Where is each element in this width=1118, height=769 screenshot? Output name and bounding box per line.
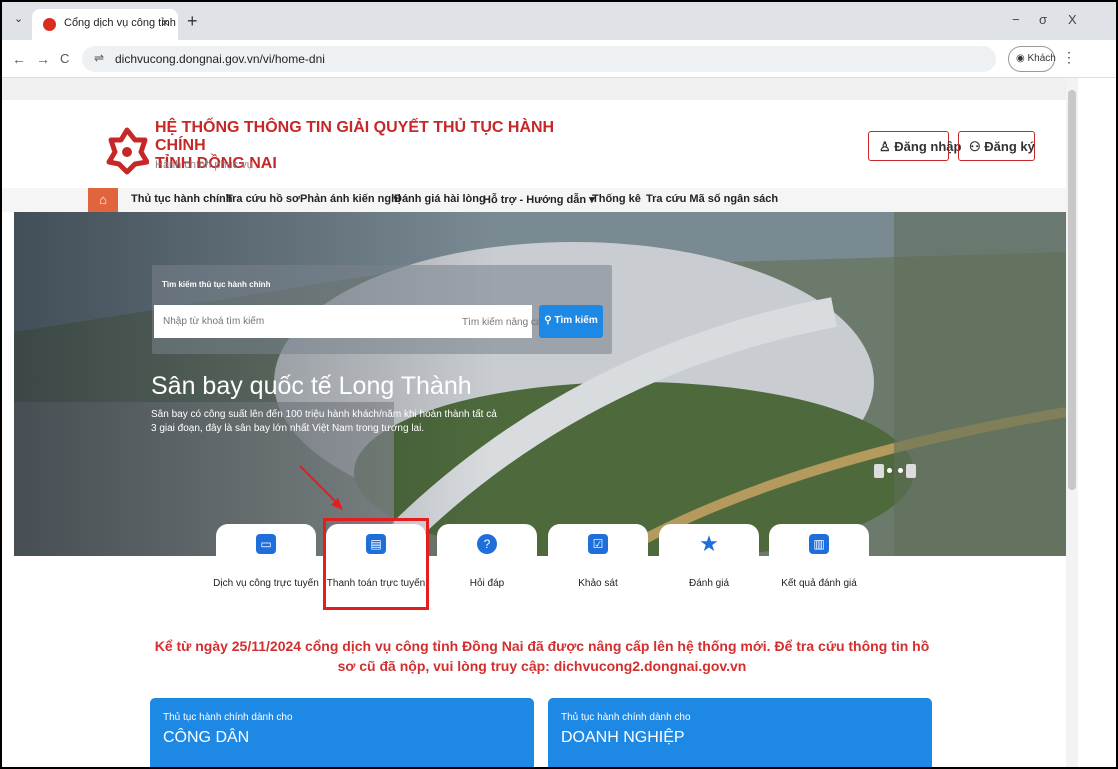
menu-item-thu-tuc[interactable]: Thủ tục hành chính [131,193,232,205]
menu-item-ma-so[interactable]: Tra cứu Mã số ngân sách [646,193,778,205]
user-icon: ♙ [879,139,895,154]
browser-toolbar: ← → C ⇌ dichvucong.dongnai.gov.vn/vi/hom… [2,40,1116,78]
url-text: dichvucong.dongnai.gov.vn/vi/home-dni [115,52,325,66]
checklist-icon: ☑ [588,534,608,554]
address-bar[interactable]: ⇌ dichvucong.dongnai.gov.vn/vi/home-dni [82,46,996,72]
reload-button[interactable]: C [60,51,69,66]
browser-menu-button[interactable]: ⋮ [1062,49,1076,66]
browser-window: ⌄ Cổng dịch vụ công tỉnh Đồng N × + − σ … [0,0,1118,769]
carousel-prev-icon[interactable] [874,463,884,478]
banner-description: Sân bay có công suất lên đến 100 triệu h… [151,409,497,434]
page-scrollbar[interactable] [1066,78,1078,767]
star-icon: ★ [699,531,719,556]
site-subtitle: Hành chính phục vụ [155,159,253,171]
menu-item-phan-anh[interactable]: Phản ánh kiến nghị [300,193,401,205]
search-button-label: Tìm kiếm [554,315,598,326]
hero-banner: Tìm kiếm thủ tục hành chính Tìm kiếm nân… [14,212,1066,556]
menu-item-tra-cuu-ho-so[interactable]: Tra cứu hồ sơ [226,193,300,205]
menu-item-ho-tro[interactable]: Hỗ trợ - Hướng dẫn ▾ [483,193,595,206]
question-icon: ? [477,534,497,554]
category-title: DOANH NGHIỆP [561,729,685,746]
search-panel: Tìm kiếm thủ tục hành chính Tìm kiếm nân… [152,265,612,354]
profile-button[interactable]: ◉ Khách [1008,46,1056,72]
tab-strip: ⌄ Cổng dịch vụ công tỉnh Đồng N × + − σ … [2,2,1116,40]
menu-item-danh-gia[interactable]: Đánh giá hài lòng [394,193,486,205]
carousel-next-icon[interactable] [906,463,916,478]
category-title: CÔNG DÂN [163,729,250,746]
category-caption: Thủ tục hành chính dành cho [561,712,691,723]
forward-button[interactable]: → [36,51,50,67]
site-logo-icon[interactable] [105,126,149,176]
close-window-button[interactable]: X [1068,12,1077,27]
profile-label: Khách [1027,53,1056,64]
category-doanh-nghiep[interactable]: Thủ tục hành chính dành cho DOANH NGHIỆP [548,698,932,767]
restore-button[interactable]: σ [1039,12,1047,27]
carousel-dot[interactable] [898,468,903,474]
back-button[interactable]: ← [12,51,26,67]
carousel-dot[interactable] [887,468,892,474]
profile-icon: ◉ [1016,53,1028,64]
site-header: HỆ THỐNG THÔNG TIN GIẢI QUYẾT THỦ TỤC HÀ… [2,100,1066,188]
service-khao-sat[interactable]: ☑ Khảo sát [548,524,648,614]
main-menu: ⌂ Thủ tục hành chính Tra cứu hồ sơ Phản … [2,188,1066,212]
login-button[interactable]: ♙ Đăng nhập [868,131,961,161]
page-viewport: HỆ THỐNG THÔNG TIN GIẢI QUYẾT THỦ TỤC HÀ… [2,78,1066,767]
search-label: Tìm kiếm thủ tục hành chính [162,280,271,289]
advanced-search-link[interactable]: Tìm kiếm nâng cao [462,317,547,328]
close-tab-icon[interactable]: × [161,15,169,30]
carousel-controls [874,462,934,478]
service-danh-gia[interactable]: ★ Đánh giá [659,524,759,614]
category-cong-dan[interactable]: Thủ tục hành chính dành cho CÔNG DÂN [150,698,534,767]
new-tab-button[interactable]: + [187,11,198,32]
service-hoi-dap[interactable]: ? Hỏi đáp [437,524,537,614]
search-icon: ⚲ [544,315,555,326]
site-title-line1: HỆ THỐNG THÔNG TIN GIẢI QUYẾT THỦ TỤC HÀ… [155,119,555,154]
site-favicon-icon [43,18,56,31]
service-shortcuts: ▭ Dịch vụ công trực tuyến ▤ Thanh toán t… [2,524,1066,614]
search-button[interactable]: ⚲ Tìm kiếm [539,305,603,338]
monitor-icon: ▭ [256,534,276,554]
highlight-box [323,518,429,610]
tab-search-icon[interactable]: ⌄ [14,12,23,25]
category-caption: Thủ tục hành chính dành cho [163,712,293,723]
book-icon: ▥ [809,534,829,554]
service-dich-vu-cong[interactable]: ▭ Dịch vụ công trực tuyến [213,524,319,614]
active-tab[interactable]: Cổng dịch vụ công tỉnh Đồng N × [32,9,178,40]
minimize-button[interactable]: − [1012,12,1020,27]
service-label: Kết quả đánh giá [781,578,857,589]
upgrade-notice: Kể từ ngày 25/11/2024 cổng dịch vụ công … [154,638,930,674]
site-info-icon[interactable]: ⇌ [94,51,104,65]
top-spacer [2,78,1066,100]
scrollbar-thumb[interactable] [1068,90,1076,490]
service-ket-qua[interactable]: ▥ Kết quả đánh giá [769,524,869,614]
register-label: Đăng ký [984,139,1035,154]
banner-title: Sân bay quốc tế Long Thành [151,372,472,400]
register-button[interactable]: ⚇ Đăng ký [958,131,1035,161]
home-icon[interactable]: ⌂ [88,188,118,212]
menu-item-thong-ke[interactable]: Thống kê [592,193,641,205]
login-label: Đăng nhập [894,139,962,154]
user-add-icon: ⚇ [969,139,985,154]
